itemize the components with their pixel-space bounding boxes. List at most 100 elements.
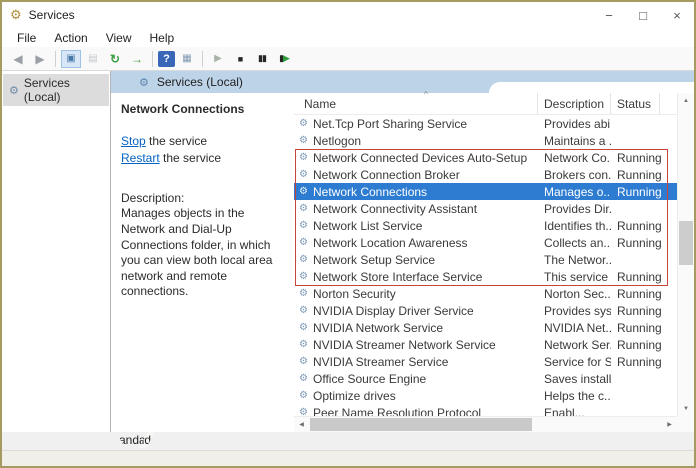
service-rows: ⚙ Net.Tcp Port Sharing Service Provides …: [294, 115, 677, 416]
properties-pane-icon[interactable]: ▤: [83, 50, 103, 68]
column-header-status[interactable]: Status: [611, 93, 660, 114]
stop-service-icon[interactable]: ■: [230, 50, 250, 68]
help-icon[interactable]: ?: [158, 51, 175, 67]
service-gear-icon: ⚙: [294, 118, 310, 129]
horizontal-scroll-thumb[interactable]: [310, 418, 532, 431]
restart-service-icon[interactable]: ▮▶: [274, 50, 294, 68]
description-text: Manages objects in the Network and Dial-…: [121, 206, 284, 300]
service-row[interactable]: ⚙ Network Store Interface Service This s…: [294, 268, 677, 285]
service-row[interactable]: ⚙ NVIDIA Streamer Network Service Networ…: [294, 336, 677, 353]
service-gear-icon: ⚙: [294, 169, 310, 180]
scroll-left-icon[interactable]: ◀: [294, 421, 309, 428]
pause-service-icon[interactable]: ▮▮: [252, 50, 272, 68]
column-header-description[interactable]: Description: [538, 93, 611, 114]
service-description-cell: Saves install...: [538, 372, 611, 386]
service-name-cell: Optimize drives: [310, 389, 538, 403]
stop-action-line: Stop the service: [121, 134, 284, 150]
service-status-cell: Running: [611, 321, 677, 335]
service-row[interactable]: ⚙ Network Connections Manages o... Runni…: [294, 183, 677, 200]
service-gear-icon: ⚙: [294, 373, 310, 384]
band-label: Services (Local): [157, 75, 243, 89]
service-description-cell: Norton Sec...: [538, 287, 611, 301]
menu-item-file[interactable]: File: [8, 31, 45, 45]
toolbar-separator: [55, 51, 56, 67]
services-window: ⚙ Services − □ × File Action View Help ◀…: [0, 0, 696, 468]
service-description-cell: Manages o...: [538, 185, 611, 199]
vertical-scroll-thumb[interactable]: [679, 221, 693, 265]
services-list: ^ Name Description Status ⚙ Net.Tcp Port…: [294, 93, 694, 432]
menu-item-help[interactable]: Help: [141, 31, 184, 45]
service-description-cell: Helps the c...: [538, 389, 611, 403]
service-row[interactable]: ⚙ Network Connected Devices Auto-Setup N…: [294, 149, 677, 166]
restart-action-line: Restart the service: [121, 151, 284, 167]
service-row[interactable]: ⚙ Optimize drives Helps the c...: [294, 387, 677, 404]
service-status-cell: Running: [611, 355, 677, 369]
service-row[interactable]: ⚙ Netlogon Maintains a ...: [294, 132, 677, 149]
service-name-cell: Netlogon: [310, 134, 538, 148]
service-name-cell: Network Store Interface Service: [310, 270, 538, 284]
forward-icon[interactable]: ▶: [30, 50, 50, 68]
service-name-cell: Office Source Engine: [310, 372, 538, 386]
service-description-cell: Maintains a ...: [538, 134, 611, 148]
content-row: Network Connections Stop the service Res…: [111, 93, 694, 432]
tree-item-services-local[interactable]: ⚙ Services (Local): [3, 74, 109, 106]
service-name-cell: NVIDIA Streamer Service: [310, 355, 538, 369]
service-row[interactable]: ⚙ NVIDIA Streamer Service Service for S.…: [294, 353, 677, 370]
tree-item-label: Services (Local): [24, 76, 105, 104]
service-gear-icon: ⚙: [294, 407, 310, 416]
properties-window-icon[interactable]: ▦: [177, 50, 197, 68]
service-row[interactable]: ⚙ NVIDIA Display Driver Service Provides…: [294, 302, 677, 319]
service-row[interactable]: ⚙ Network List Service Identifies th... …: [294, 217, 677, 234]
service-status-cell: Running: [611, 185, 677, 199]
service-name-cell: Network Setup Service: [310, 253, 538, 267]
service-row[interactable]: ⚙ Net.Tcp Port Sharing Service Provides …: [294, 115, 677, 132]
column-header-name[interactable]: Name: [294, 93, 538, 114]
service-gear-icon: ⚙: [294, 220, 310, 231]
horizontal-scrollbar[interactable]: ◀ ▶: [294, 416, 677, 432]
service-name-cell: Peer Name Resolution Protocol: [310, 406, 538, 417]
start-service-icon[interactable]: ▶: [208, 50, 228, 68]
service-name-cell: Network Connected Devices Auto-Setup: [310, 151, 538, 165]
service-name-cell: NVIDIA Display Driver Service: [310, 304, 538, 318]
service-row[interactable]: ⚙ Network Setup Service The Networ...: [294, 251, 677, 268]
service-description-cell: Identifies th...: [538, 219, 611, 233]
extended-info-panel: Network Connections Stop the service Res…: [111, 93, 294, 432]
service-name-cell: Network Connections: [310, 185, 538, 199]
service-row[interactable]: ⚙ Peer Name Resolution Protocol Enabl...: [294, 404, 677, 416]
toolbar: ◀▶▣▤↻→?▦▶■▮▮▮▶: [2, 47, 694, 71]
menu-item-view[interactable]: View: [97, 31, 141, 45]
scroll-up-icon[interactable]: ▲: [678, 93, 694, 108]
refresh-icon[interactable]: ↻: [105, 50, 125, 68]
service-row[interactable]: ⚙ Network Connectivity Assistant Provide…: [294, 200, 677, 217]
back-icon[interactable]: ◀: [8, 50, 28, 68]
service-gear-icon: ⚙: [294, 254, 310, 265]
services-gear-icon: ⚙: [139, 76, 149, 89]
service-row[interactable]: ⚙ NVIDIA Network Service NVIDIA Net... R…: [294, 319, 677, 336]
service-row[interactable]: ⚙ Office Source Engine Saves install...: [294, 370, 677, 387]
minimize-button[interactable]: −: [592, 2, 626, 28]
export-list-icon[interactable]: →: [127, 50, 147, 68]
show-console-tree-icon[interactable]: ▣: [61, 50, 81, 68]
scroll-down-icon[interactable]: ▼: [678, 401, 694, 416]
maximize-button[interactable]: □: [626, 2, 660, 28]
service-name-cell: Network Connection Broker: [310, 168, 538, 182]
toolbar-separator: [202, 51, 203, 67]
service-status-cell: Running: [611, 219, 677, 233]
restart-service-link[interactable]: Restart: [121, 151, 160, 165]
scroll-right-icon[interactable]: ▶: [662, 421, 677, 428]
stop-service-link[interactable]: Stop: [121, 134, 146, 148]
list-header: ^ Name Description Status: [294, 93, 677, 115]
service-row[interactable]: ⚙ Network Location Awareness Collects an…: [294, 234, 677, 251]
service-status-cell: Running: [611, 168, 677, 182]
service-description-cell: Enabl...: [538, 406, 611, 417]
service-row[interactable]: ⚙ Norton Security Norton Sec... Running: [294, 285, 677, 302]
vertical-scrollbar[interactable]: ▲ ▼: [677, 93, 694, 416]
toolbar-separator: [152, 51, 153, 67]
service-gear-icon: ⚙: [294, 237, 310, 248]
service-row[interactable]: ⚙ Network Connection Broker Brokers con.…: [294, 166, 677, 183]
close-button[interactable]: ×: [660, 2, 694, 28]
menu-item-action[interactable]: Action: [45, 31, 96, 45]
service-description-cell: Brokers con...: [538, 168, 611, 182]
service-gear-icon: ⚙: [294, 356, 310, 367]
restart-action-rest: the service: [160, 151, 221, 165]
